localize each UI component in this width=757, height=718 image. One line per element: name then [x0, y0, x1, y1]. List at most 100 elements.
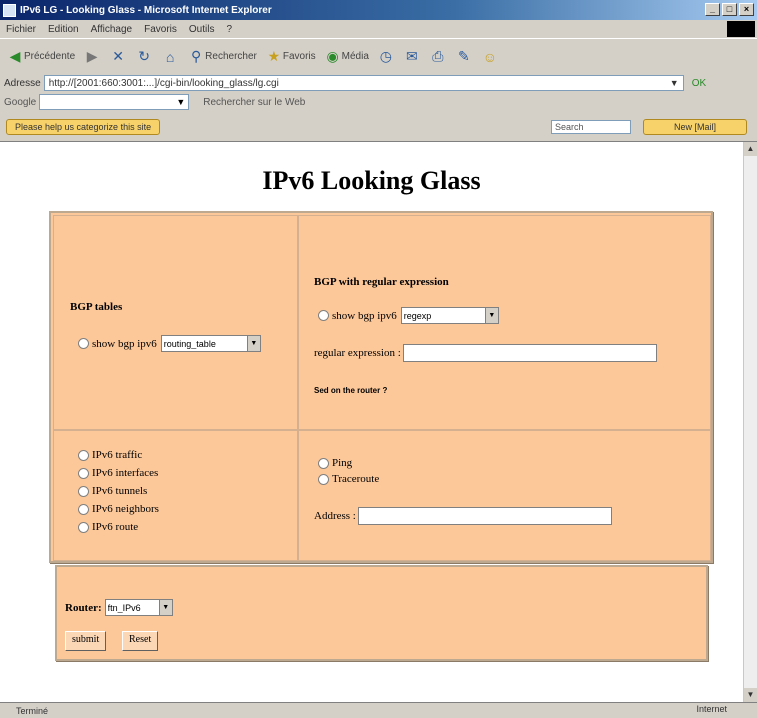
print-button[interactable]: ⎙ — [429, 48, 447, 66]
command-label: IPv6 tunnels — [92, 485, 148, 497]
menu-file[interactable]: Fichier — [6, 24, 36, 35]
tool-option: Ping — [318, 457, 352, 469]
scroll-up-icon[interactable]: ▲ — [744, 142, 757, 156]
menu-view[interactable]: Affichage — [91, 24, 133, 35]
command-radio[interactable] — [78, 485, 89, 497]
submit-button[interactable]: submit — [65, 631, 107, 651]
edit-button[interactable]: ✎ — [455, 48, 473, 66]
maximize-button[interactable]: □ — [722, 3, 737, 16]
vertical-scrollbar[interactable]: ▲ ▼ — [743, 142, 757, 702]
command-label: IPv6 interfaces — [92, 467, 159, 479]
go-button[interactable]: OK — [692, 78, 706, 89]
bgp-table-select[interactable]: routing_table ▼ — [160, 335, 261, 352]
stop-icon: ✕ — [112, 48, 125, 64]
reset-button[interactable]: Reset — [122, 631, 159, 651]
favorites-label: Favoris — [282, 51, 316, 62]
status-text: Terminé — [16, 705, 49, 716]
search-icon: ⚲ — [191, 48, 202, 64]
address-input[interactable]: http://[2001:660:3001:...]/cgi-bin/looki… — [43, 75, 684, 91]
menu-help[interactable]: ? — [226, 24, 232, 35]
refresh-icon: ↻ — [138, 48, 151, 64]
new-mail-button[interactable]: New [Mail] — [643, 119, 747, 135]
back-arrow-icon: ◀ — [9, 48, 21, 64]
mail-button[interactable]: ✉ — [403, 48, 421, 66]
commands-cell: IPv6 traffic IPv6 interfaces IPv6 tunnel… — [53, 430, 298, 561]
favorites-button[interactable]: ★ Favoris — [265, 48, 316, 66]
chevron-down-icon: ▼ — [484, 308, 498, 323]
media-button[interactable]: ◉ Média — [324, 48, 369, 66]
address-input-field[interactable] — [357, 507, 612, 525]
tool-label: Traceroute — [332, 473, 380, 485]
categorize-button[interactable]: Please help us categorize this site — [6, 118, 161, 135]
history-button[interactable]: ◷ — [377, 48, 395, 66]
command-radio[interactable] — [78, 503, 89, 515]
chevron-down-icon: ▼ — [246, 336, 260, 351]
print-icon: ⎙ — [432, 48, 444, 64]
back-button[interactable]: ◀ Précédente — [6, 48, 76, 66]
statusbar: Terminé Internet — [0, 702, 757, 718]
address-url: http://[2001:660:3001:...]/cgi-bin/looki… — [48, 77, 279, 89]
bgp-tables-option: show bgp ipv6 routing_table ▼ — [78, 335, 261, 352]
search-button[interactable]: ⚲ Rechercher — [187, 48, 257, 66]
tool-label: Ping — [332, 457, 353, 469]
traceroute-radio[interactable] — [318, 473, 329, 485]
command-radio[interactable] — [78, 449, 89, 461]
google-search-button[interactable]: Rechercher sur le Web — [203, 97, 305, 108]
ping-radio[interactable] — [318, 457, 329, 469]
back-label: Précédente — [24, 51, 76, 62]
chevron-down-icon: ▼ — [158, 600, 172, 615]
edit-icon: ✎ — [458, 48, 470, 64]
bgp-tables-heading: BGP tables — [70, 301, 123, 313]
google-search-input[interactable]: ▼ — [39, 94, 190, 110]
history-icon: ◷ — [379, 48, 393, 64]
chevron-down-icon[interactable]: ▼ — [670, 78, 679, 88]
address-row: Address : — [314, 507, 612, 525]
address-field-label: Address : — [314, 510, 356, 522]
menu-edit[interactable]: Edition — [48, 24, 79, 35]
toolbar: ◀ Précédente ▶ ✕ ↻ ⌂ ⚲ Rechercher ★ Favoris… — [0, 38, 757, 74]
home-button[interactable]: ⌂ — [161, 48, 179, 66]
window-title: IPv6 LG - Looking Glass - Microsoft Inte… — [20, 4, 272, 16]
chevron-down-icon[interactable]: ▼ — [176, 97, 185, 107]
bgp-regex-option-label: show bgp ipv6 — [332, 309, 397, 322]
bgp-tables-option-label: show bgp ipv6 — [92, 337, 157, 350]
bgp-regex-option: show bgp ipv6 regexp ▼ — [318, 307, 499, 324]
command-option: IPv6 traffic — [78, 449, 142, 461]
security-zone: Internet — [696, 704, 727, 714]
address-label: Adresse — [4, 77, 41, 89]
regex-label: regular expression : — [314, 347, 401, 359]
command-label: IPv6 traffic — [92, 449, 143, 461]
media-label: Média — [341, 51, 369, 62]
router-select-value: ftn_IPv6 — [107, 602, 141, 613]
messenger-button[interactable]: ☺ — [481, 48, 499, 66]
bgp-regex-select[interactable]: regexp ▼ — [400, 307, 499, 324]
menu-tools[interactable]: Outils — [189, 24, 215, 35]
regex-input[interactable] — [402, 344, 657, 362]
page-title: IPv6 Looking Glass — [262, 166, 481, 195]
command-label: IPv6 route — [92, 521, 139, 533]
media-icon: ◉ — [326, 48, 339, 64]
menu-favorites[interactable]: Favoris — [144, 24, 177, 35]
home-icon: ⌂ — [165, 48, 175, 65]
command-radio[interactable] — [78, 521, 89, 533]
toolbar-search-input[interactable]: Search — [551, 120, 631, 134]
mail-icon: ✉ — [406, 48, 418, 64]
scroll-down-icon[interactable]: ▼ — [744, 688, 757, 702]
minimize-button[interactable]: _ — [705, 3, 720, 16]
command-radio[interactable] — [78, 467, 89, 479]
router-select[interactable]: ftn_IPv6 ▼ — [104, 599, 173, 616]
close-button[interactable]: × — [739, 3, 754, 16]
query-form-table: BGP tables show bgp ipv6 routing_table ▼… — [49, 211, 713, 563]
forward-button[interactable]: ▶ — [83, 48, 101, 66]
regex-help-link[interactable]: Sed on the router ? — [314, 386, 387, 395]
stop-button[interactable]: ✕ — [109, 48, 127, 66]
bgp-regex-radio[interactable] — [318, 310, 329, 321]
page-viewport: IPv6 Looking Glass BGP tables show bgp i… — [0, 142, 757, 702]
windows-logo-icon — [727, 21, 755, 37]
addressbar: Adresse http://[2001:660:3001:...]/cgi-b… — [0, 74, 757, 92]
refresh-button[interactable]: ↻ — [135, 48, 153, 66]
router-box: Router: ftn_IPv6 ▼ submit Reset — [55, 565, 708, 661]
router-row: Router: ftn_IPv6 ▼ — [65, 599, 173, 616]
bgp-tables-radio[interactable] — [78, 338, 89, 349]
bgp-regex-select-value: regexp — [403, 310, 432, 321]
